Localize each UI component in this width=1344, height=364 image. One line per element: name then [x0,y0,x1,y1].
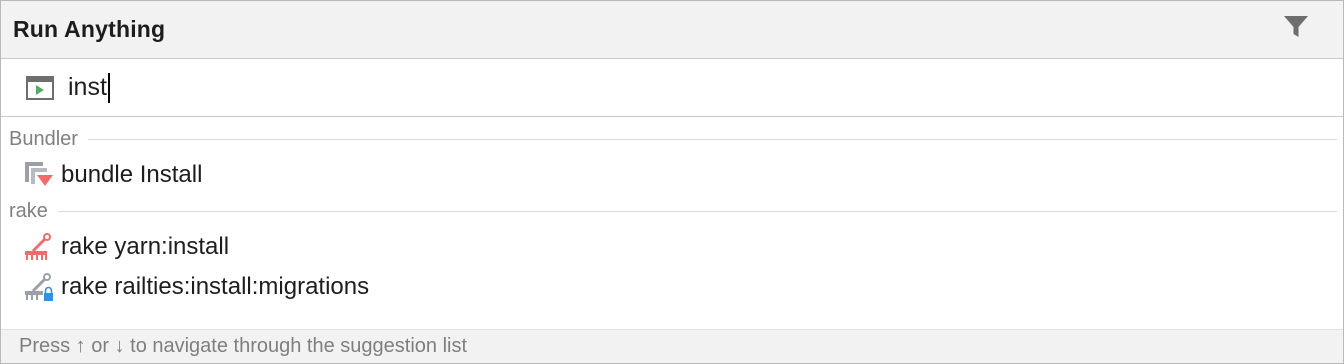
search-row: inst [1,59,1343,117]
text-caret [107,72,110,103]
group-label: rake [9,199,48,222]
bundler-icon [23,159,57,191]
filter-button[interactable] [1279,13,1313,47]
group-header-rake: rake [1,195,1343,227]
list-item-rake-railties-install-migrations[interactable]: rake railties:install:migrations [1,267,1343,307]
group-header-bundler: Bundler [1,123,1343,155]
popup-header: Run Anything [1,1,1343,59]
rake-locked-icon [23,271,57,303]
navigation-hint: Press ↑ or ↓ to navigate through the sug… [19,335,468,357]
search-input-value: inst [68,73,107,101]
rake-icon [23,231,57,263]
suggestion-list: Bundler bundle Install rake rake yarn:in… [1,117,1343,307]
run-anything-popup: Run Anything inst Bundler bundle Install… [0,0,1344,364]
list-item-label: rake railties:install:migrations [61,273,370,300]
list-item-label: rake yarn:install [61,233,230,260]
group-divider [57,210,1337,212]
filter-icon [1283,14,1309,45]
list-item-label: bundle Install [61,161,203,188]
list-item-bundle-install[interactable]: bundle Install [1,155,1343,195]
group-label: Bundler [9,127,78,150]
list-item-rake-yarn-install[interactable]: rake yarn:install [1,227,1343,267]
popup-footer: Press ↑ or ↓ to navigate through the sug… [1,329,1343,363]
group-divider [87,138,1337,140]
run-terminal-icon [26,75,56,101]
search-input[interactable]: inst [68,71,110,105]
popup-title: Run Anything [13,16,166,42]
